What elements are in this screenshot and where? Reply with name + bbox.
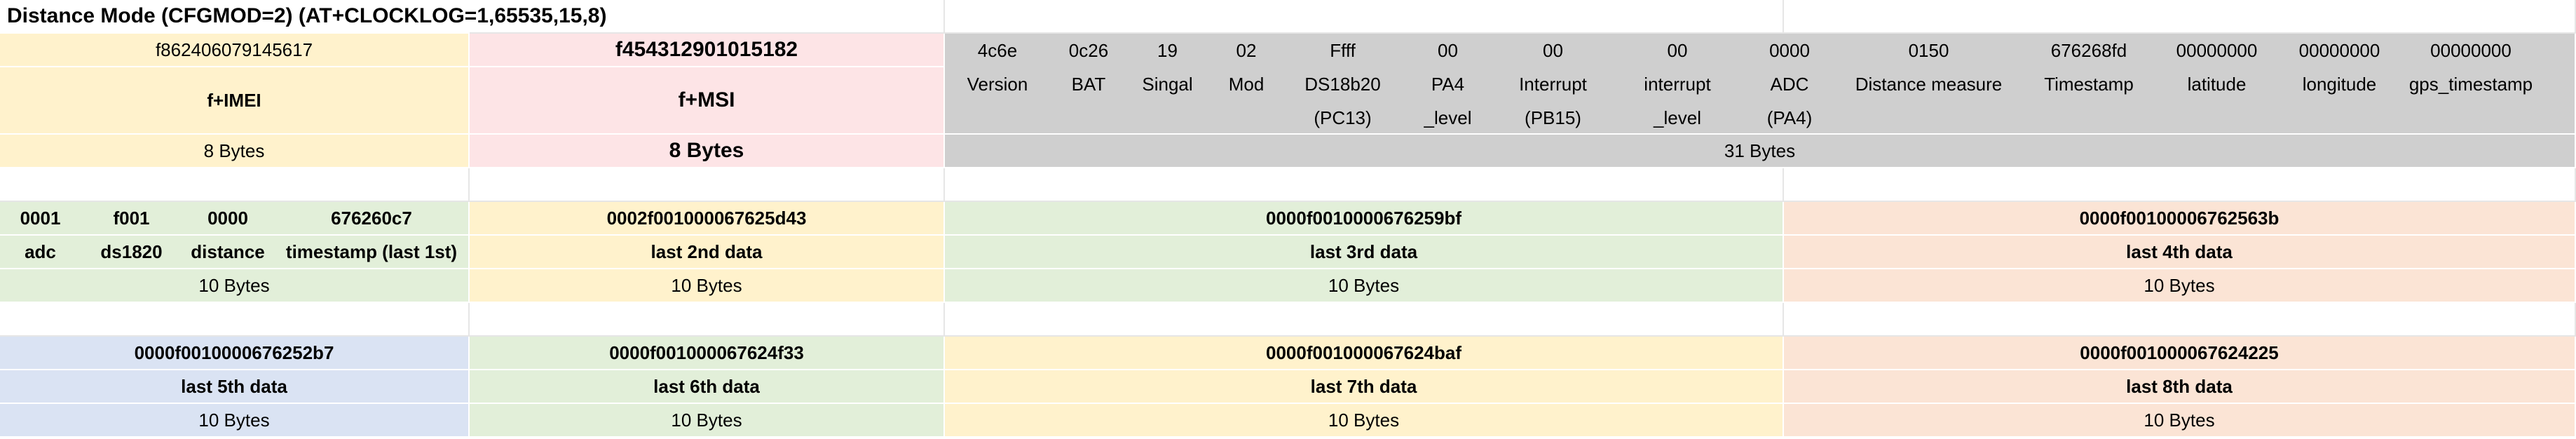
empty-cell	[1784, 0, 2576, 34]
field-label-sub: (PA4)	[1766, 107, 1813, 128]
field-label: ADC	[1770, 73, 1809, 95]
record-label: last 3rd data	[945, 236, 1784, 269]
field-label-sub: _level	[1654, 107, 1701, 128]
record-value: 0000f001000067624225	[1784, 337, 2576, 370]
record-value: 0000f0010000676259bf	[945, 202, 1784, 236]
imsi-bytes: 8 Bytes	[470, 135, 945, 168]
empty-cell	[470, 303, 945, 337]
imsi-value: f454312901015182	[470, 34, 945, 67]
field-label-sub	[1050, 101, 1127, 135]
spreadsheet: Distance Mode (CFGMOD=2) (AT+CLOCKLOG=1,…	[0, 0, 2576, 439]
empty-cell	[1784, 303, 2576, 337]
ds1820-label: ds1820	[100, 241, 163, 262]
distance-value: 0000	[207, 207, 248, 229]
field-value: 00	[1667, 39, 1688, 61]
field-label: DS18b20	[1304, 73, 1381, 95]
field-label: latitude	[2187, 73, 2247, 95]
field-value: 676268fd	[2050, 39, 2127, 61]
record-bytes: 10 Bytes	[470, 404, 945, 438]
field-value: 0150	[1908, 39, 1949, 61]
record-label: last 6th data	[470, 370, 945, 404]
field-value: 00000000	[2176, 39, 2258, 61]
field-label: PA4	[1431, 73, 1465, 95]
first-record-bytes: 10 Bytes	[0, 269, 470, 303]
first-record-values: 0001 f001 0000 676260c7	[0, 202, 470, 236]
empty-cell	[945, 168, 1784, 202]
record-value: 0000f00100006762563b	[1784, 202, 2576, 236]
record-value: 0000f001000067624baf	[945, 337, 1784, 370]
field-value: 00000000	[2298, 39, 2380, 61]
field-label-sub	[2401, 101, 2541, 135]
record-label: last 8th data	[1784, 370, 2576, 404]
field-value: Ffff	[1330, 39, 1356, 61]
timestamp-label: timestamp (last 1st)	[285, 241, 458, 262]
field-value: 00	[1543, 39, 1563, 61]
field-label: Distance measure	[1855, 73, 2003, 95]
payload-bytes: 31 Bytes	[945, 135, 2576, 168]
field-label-sub	[2022, 101, 2155, 135]
field-value: 0000	[1769, 39, 1810, 61]
field-label-sub	[945, 101, 1050, 135]
record-value: 0002f001000067625d43	[470, 202, 945, 236]
record-label: last 4th data	[1784, 236, 2576, 269]
field-value: 00	[1438, 39, 1458, 61]
first-record-labels: adc ds1820 distance timestamp (last 1st)	[0, 236, 470, 269]
empty-cell	[945, 303, 1784, 337]
record-label: last 2nd data	[470, 236, 945, 269]
record-bytes: 10 Bytes	[1784, 269, 2576, 303]
empty-cell	[470, 168, 945, 202]
empty-cell	[0, 303, 470, 337]
record-bytes: 10 Bytes	[945, 404, 1784, 438]
record-value: 0000f0010000676252b7	[0, 337, 470, 370]
record-bytes: 10 Bytes	[945, 269, 1784, 303]
record-label: last 5th data	[0, 370, 470, 404]
imsi-label: f+MSI	[470, 67, 945, 135]
distance-label: distance	[191, 241, 265, 262]
field-label: Mod	[1228, 73, 1265, 95]
field-value: 0c26	[1068, 39, 1109, 61]
field-value: 19	[1157, 39, 1178, 61]
field-label: interrupt	[1644, 73, 1711, 95]
ds1820-value: f001	[113, 207, 150, 229]
field-label-sub	[2278, 101, 2401, 135]
field-label-sub	[1127, 101, 1208, 135]
field-label: Interrupt	[1519, 73, 1587, 95]
adc-value: 0001	[20, 207, 61, 229]
field-label: longitude	[2302, 73, 2377, 95]
record-bytes: 10 Bytes	[1784, 404, 2576, 438]
imei-value: f862406079145617	[0, 34, 470, 67]
record-bytes: 10 Bytes	[0, 404, 470, 438]
field-value: 00000000	[2430, 39, 2512, 61]
imei-label: f+IMEI	[0, 67, 470, 135]
field-value: 02	[1236, 39, 1257, 61]
field-label-sub: (PB15)	[1525, 107, 1581, 128]
field-label: Singal	[1142, 73, 1193, 95]
field-label-sub	[2155, 101, 2278, 135]
record-label: last 7th data	[945, 370, 1784, 404]
timestamp-value: 676260c7	[331, 207, 412, 229]
payload-fields: 4c6e Version 0c26 BAT 19 Singal 02 Mod Ffff DS18b…	[945, 34, 2576, 135]
imei-bytes: 8 Bytes	[0, 135, 470, 168]
empty-cell	[0, 168, 470, 202]
record-bytes: 10 Bytes	[470, 269, 945, 303]
field-label-sub	[1208, 101, 1285, 135]
field-label-sub: _level	[1424, 107, 1472, 128]
field-label: Timestamp	[2044, 73, 2134, 95]
empty-cell	[1784, 168, 2576, 202]
record-value: 0000f001000067624f33	[470, 337, 945, 370]
field-label-sub	[1835, 101, 2022, 135]
field-label-sub: (PC13)	[1314, 107, 1372, 128]
field-label: BAT	[1071, 73, 1106, 95]
empty-cell	[945, 0, 1784, 34]
field-label: gps_timestamp	[2408, 73, 2533, 95]
field-label: Version	[967, 73, 1028, 95]
field-value: 4c6e	[977, 39, 1018, 61]
sheet-title: Distance Mode (CFGMOD=2) (AT+CLOCKLOG=1,…	[0, 0, 606, 34]
adc-label: adc	[25, 241, 56, 262]
